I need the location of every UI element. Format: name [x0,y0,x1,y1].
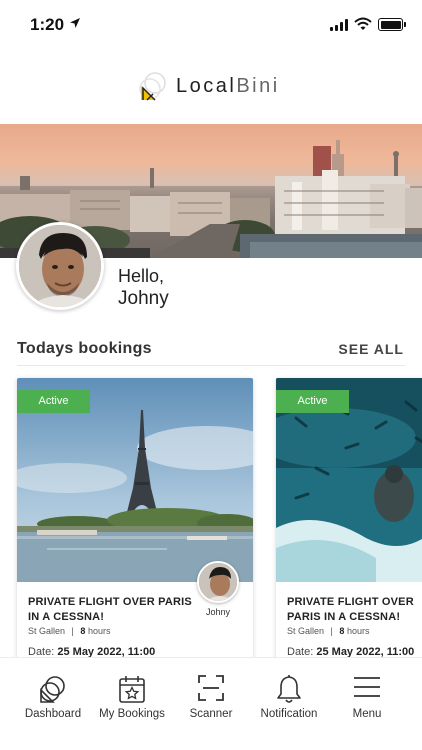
logo-text-light: Bini [236,74,280,97]
meta-separator: | [330,626,333,636]
booking-image-underwater: Active [276,378,422,582]
see-all-link[interactable]: SEE ALL [338,341,404,357]
hamburger-menu-icon [354,677,380,697]
guide-name: Johny [205,607,231,617]
localbini-logo-icon [139,72,166,101]
status-time: 1:20 [30,15,65,34]
nav-notification-label: Notification [260,708,318,720]
status-badge-active: Active [17,390,90,413]
booking-meta: St Gallen | 8 hours [28,626,110,636]
logo-text-main: Local [176,74,237,97]
nav-my-bookings-label: My Bookings [99,708,165,720]
battery-icon [378,18,406,31]
nav-menu-label: Menu [352,708,382,720]
scanner-icon [198,675,224,701]
meta-separator: | [71,626,74,636]
greeting-text: Hello, [118,266,165,286]
section-divider [17,365,405,366]
todays-bookings-heading: Todays bookings [17,340,152,357]
nav-dashboard[interactable]: Dashboard [16,658,90,738]
user-name: Johny [118,288,169,309]
wifi-icon [354,17,372,30]
app-header: LocalBini [0,50,422,124]
booking-location: St Gallen [28,626,66,636]
booking-location: St Gallen [287,626,325,636]
dashboard-icon [40,676,65,703]
booking-title: PRIVATE FLIGHT OVER PARIS IN A CESSNA! [28,596,192,623]
user-avatar[interactable] [16,222,104,310]
bottom-navigation: Dashboard My Bookings Scanner Notificati… [0,657,422,750]
cellular-signal-icon [330,19,348,31]
nav-my-bookings[interactable]: My Bookings [94,658,170,738]
nav-dashboard-label: Dashboard [24,708,82,720]
booking-meta: St Gallen | 8 hours [287,626,369,636]
app-name: LocalBini [176,75,280,98]
nav-scanner-label: Scanner [189,708,233,720]
nav-scanner[interactable]: Scanner [176,658,246,738]
nav-notification[interactable]: Notification [252,658,326,738]
booking-duration-value: 8 [339,626,345,636]
calendar-star-icon [119,676,145,703]
bell-icon [277,675,301,703]
booking-image-eiffel-tower: Active [17,378,253,582]
guide-avatar [197,561,239,603]
booking-card[interactable]: Active Johny PRIVATE FLIGHT OVER PARIS I… [17,378,253,668]
booking-card[interactable]: Active PRIVATE FLIGHT OVER PARIS IN A CE… [276,378,422,668]
booking-duration-unit: hours [87,626,111,636]
app-logo: LocalBini [138,70,280,102]
location-arrow-icon [70,18,80,28]
status-bar: 1:20 [0,0,422,50]
booking-duration-unit: hours [346,626,370,636]
booking-duration-value: 8 [80,626,86,636]
nav-menu[interactable]: Menu [332,658,402,738]
status-badge-active: Active [276,390,349,413]
booking-title: PRIVATE FLIGHT OVER PARIS IN A CESSNA! [287,596,414,623]
